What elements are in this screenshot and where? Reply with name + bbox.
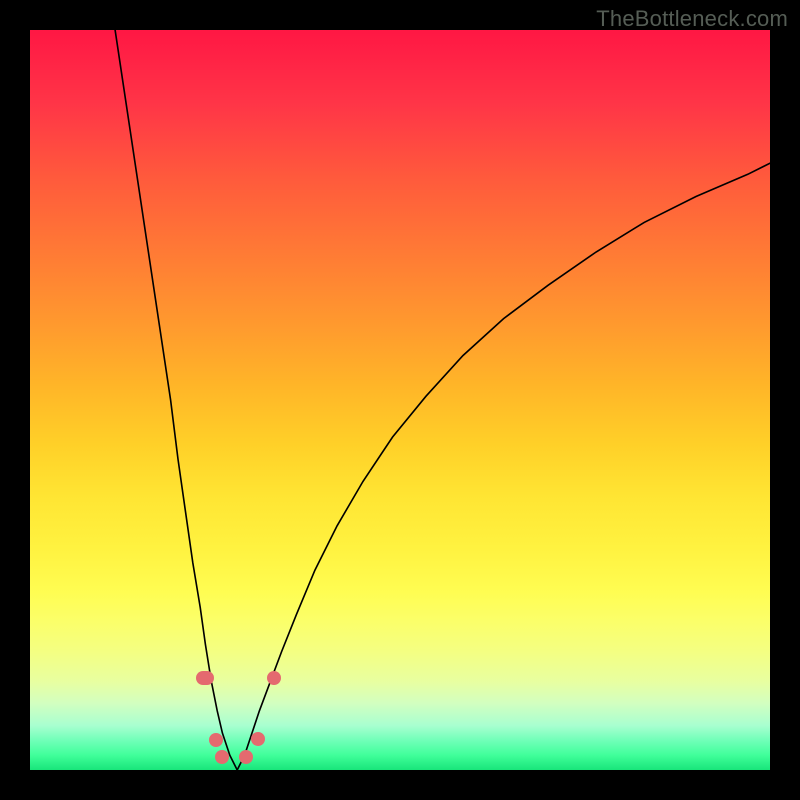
data-marker [239,750,253,764]
data-marker [251,732,265,746]
data-marker [215,750,229,764]
data-marker [267,671,281,685]
data-marker [196,671,214,685]
curve-right-branch [237,163,770,770]
curve-svg [30,30,770,770]
watermark-text: TheBottleneck.com [596,6,788,32]
data-marker [209,733,223,747]
chart-plot-area [30,30,770,770]
curve-left-branch [115,30,237,770]
